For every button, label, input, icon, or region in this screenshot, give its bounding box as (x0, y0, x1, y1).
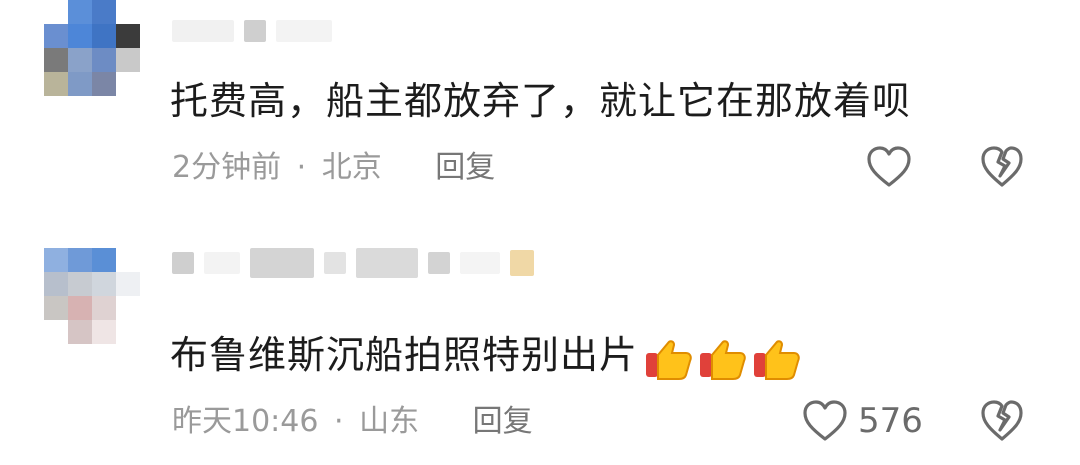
username-blurred[interactable] (172, 248, 534, 278)
comment-text-content: 布鲁维斯沉船拍照特别出片 (170, 333, 639, 377)
thumbs-up-icon (752, 335, 802, 381)
thumbs-up-icon (698, 335, 748, 381)
comment-meta: 昨天10:46 · 山东 回复 (172, 404, 533, 440)
avatar[interactable] (44, 0, 140, 96)
comment-location: 山东 (359, 404, 420, 439)
heart-outline-icon (864, 144, 914, 190)
thumbs-up-icon (644, 335, 694, 381)
comment-item: 托费高，船主都放弃了，就让它在那放着呗 2分钟前 · 北京 回复 (0, 0, 1080, 210)
comment-item: 布鲁维斯沉船拍照特别出片 昨天10:46 · 山东 回复 576 (0, 232, 1080, 465)
comment-time: 2分钟前 (172, 150, 282, 185)
comment-text: 布鲁维斯沉船拍照特别出片 (170, 332, 802, 381)
heart-outline-icon (800, 398, 850, 444)
like-button[interactable]: 576 (800, 398, 923, 444)
comment-time: 昨天10:46 (172, 404, 319, 439)
dislike-button[interactable] (978, 144, 1026, 190)
meta-separator: · (334, 404, 344, 439)
comment-location: 北京 (321, 150, 382, 185)
broken-heart-icon (978, 144, 1026, 190)
meta-separator: · (296, 150, 307, 185)
like-button[interactable] (864, 144, 914, 190)
avatar[interactable] (44, 248, 140, 344)
comment-meta: 2分钟前 · 北京 回复 (172, 150, 495, 186)
like-count: 576 (858, 401, 923, 441)
reply-button[interactable]: 回复 (473, 404, 533, 440)
dislike-button[interactable] (978, 398, 1026, 444)
comment-text: 托费高，船主都放弃了，就让它在那放着呗 (170, 79, 912, 123)
emoji-group (644, 335, 802, 381)
broken-heart-icon (978, 398, 1026, 444)
reply-button[interactable]: 回复 (435, 150, 495, 186)
username-blurred[interactable] (172, 20, 332, 42)
